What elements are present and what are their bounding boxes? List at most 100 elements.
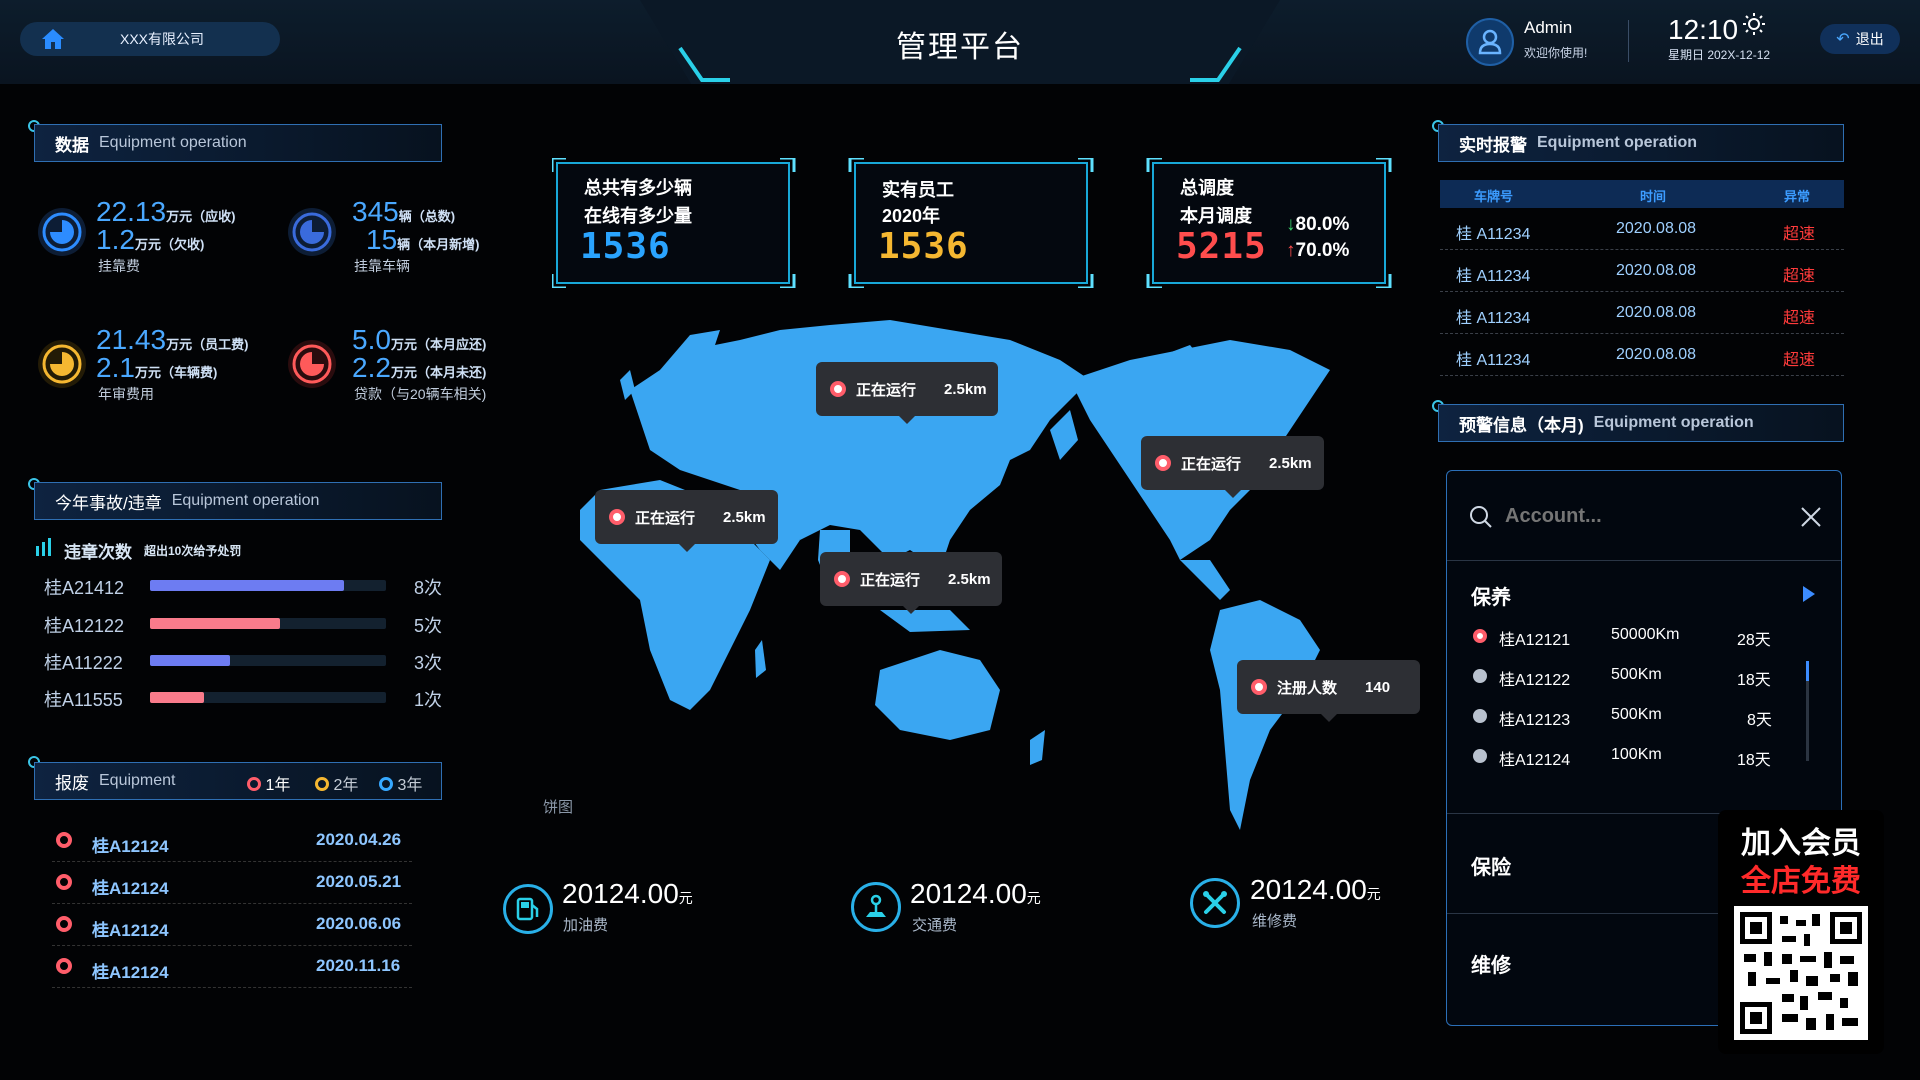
alarm-time: 2020.08.08	[1616, 262, 1697, 279]
violation-bar	[150, 655, 231, 666]
scrollbar-thumb[interactable]	[1806, 661, 1809, 681]
stat-label: 贷款（与20辆车相关)	[354, 386, 487, 402]
violation-legend-title: 违章次数	[64, 543, 132, 562]
list-item[interactable]: 桂A12122 500Km 18天	[1471, 661, 1811, 691]
stat-label: 挂靠车辆	[354, 258, 410, 274]
list-item[interactable]: 桂A12121 50000Km 28天	[1471, 621, 1811, 651]
wrench-icon	[1203, 891, 1227, 914]
group-insurance[interactable]: 保险	[1471, 851, 1511, 880]
stat-value: 345	[352, 196, 399, 227]
alarm-plate: 桂 A11234	[1456, 226, 1531, 243]
scrap-plate: 桂A12124	[92, 879, 169, 898]
map-caption: 饼图	[543, 799, 574, 816]
legend-1year[interactable]: 1年	[247, 771, 290, 795]
map-pin[interactable]: 正在运行 2.5km	[820, 552, 1002, 614]
ring-icon	[247, 777, 261, 791]
item-km: 100Km	[1611, 746, 1662, 763]
play-icon[interactable]	[1801, 585, 1817, 603]
list-item[interactable]: 桂A12124 2020.04.26	[52, 822, 412, 862]
map-pin-icon	[834, 571, 850, 587]
alarm-time: 2020.08.08	[1616, 304, 1697, 321]
legend-2year[interactable]: 2年	[315, 771, 358, 795]
logout-button[interactable]: ↶ 退出	[1820, 24, 1900, 54]
map-pin[interactable]: 正在运行 2.5km	[816, 362, 998, 424]
list-item[interactable]: 桂A12123 500Km 8天	[1471, 701, 1811, 731]
section-title: 今年事故/违章	[55, 493, 162, 513]
search-input[interactable]	[1505, 499, 1765, 533]
fee-fuel: 20124.00元	[562, 878, 693, 910]
stat-value: 22.13	[96, 196, 167, 227]
violation-row: 桂A21412 8次	[44, 574, 444, 598]
alarm-status: 超速	[1783, 268, 1816, 285]
item-days: 18天	[1737, 672, 1771, 689]
stat-vehicles-new: 15辆（本月新增)	[366, 224, 480, 256]
violation-count: 3次	[414, 653, 443, 673]
alarm-plate: 桂 A11234	[1456, 310, 1531, 327]
section-title: 数据	[55, 135, 89, 155]
item-plate: 桂A12121	[1499, 632, 1571, 649]
map-pin[interactable]: 正在运行 2.5km	[595, 490, 778, 552]
status-dot-icon	[1473, 669, 1487, 683]
stat-label: 年审费用	[98, 386, 154, 402]
item-days: 18天	[1737, 752, 1771, 769]
alarm-time: 2020.08.08	[1616, 346, 1697, 363]
list-item[interactable]: 桂A12124 100Km 18天	[1471, 741, 1811, 771]
logout-label: 退出	[1855, 31, 1884, 47]
fee-repair: 20124.00元	[1250, 874, 1381, 906]
table-row[interactable]: 桂 A11234 2020.08.08 超速	[1440, 334, 1844, 376]
stat-loan-unpaid: 2.2万元（本月未还)	[352, 352, 486, 384]
section-title: 预警信息（本月)	[1459, 415, 1584, 435]
scrap-plate: 桂A12124	[92, 963, 169, 982]
section-subtitle: Equipment operation	[1593, 414, 1754, 431]
stat-label: 挂靠费	[98, 258, 140, 274]
violation-bar	[150, 692, 205, 703]
stat-unit: 辆（总数)	[398, 209, 456, 224]
group-repair[interactable]: 维修	[1471, 949, 1511, 978]
column-header: 车牌号	[1474, 189, 1514, 204]
item-days: 28天	[1737, 632, 1771, 649]
status-ring-icon	[56, 958, 72, 974]
pin-label: 正在运行	[635, 509, 696, 527]
alarm-status: 超速	[1783, 310, 1816, 327]
table-row[interactable]: 桂 A11234 2020.08.08 超速	[1440, 208, 1844, 250]
close-icon[interactable]	[1799, 505, 1823, 529]
list-item[interactable]: 桂A12124 2020.05.21	[52, 864, 412, 904]
map-pin-icon	[830, 381, 846, 397]
map-pin[interactable]: 注册人数 140	[1237, 660, 1420, 722]
stat-unit: 辆（本月新增)	[397, 237, 480, 252]
user-icon	[1478, 29, 1502, 55]
promo-card[interactable]: 加入会员 全店免费	[1718, 810, 1884, 1054]
legend-3year[interactable]: 3年	[379, 771, 422, 795]
scrollbar[interactable]	[1806, 661, 1809, 761]
group-maintenance[interactable]: 保养	[1471, 581, 1511, 610]
legend-label: 1年	[265, 777, 291, 794]
map-pin-icon	[1251, 679, 1267, 695]
section-title: 报废	[55, 773, 89, 793]
violation-bar	[150, 618, 280, 629]
ring-icon	[379, 777, 393, 791]
scrap-section-header: 报废 Equipment 1年 2年 3年	[34, 762, 442, 800]
divider	[1628, 20, 1629, 62]
table-row[interactable]: 桂 A11234 2020.08.08 超速	[1440, 250, 1844, 292]
avatar[interactable]	[1466, 18, 1514, 66]
user-welcome: 欢迎你使用!	[1524, 46, 1588, 60]
fee-value: 20124.00	[562, 878, 679, 909]
section-subtitle: Equipment operation	[171, 492, 320, 509]
status-ring-icon	[56, 916, 72, 932]
ring-icon	[315, 777, 329, 791]
list-item[interactable]: 桂A12124 2020.11.16	[52, 948, 412, 988]
status-ring-icon	[56, 832, 72, 848]
stat-unpaid: 1.2万元（欠收)	[96, 224, 204, 256]
company-switcher[interactable]: XXX有限公司	[20, 22, 280, 56]
bar-chart-icon	[36, 538, 51, 556]
section-title: 实时报警	[1459, 135, 1527, 155]
table-row[interactable]: 桂 A11234 2020.08.08 超速	[1440, 292, 1844, 334]
search-icon	[1470, 506, 1492, 528]
status-dot-icon	[1473, 749, 1487, 763]
violation-row: 桂A11222 3次	[44, 649, 444, 673]
map-pin[interactable]: 正在运行 2.5km	[1141, 436, 1324, 498]
list-item[interactable]: 桂A12124 2020.06.06	[52, 906, 412, 946]
home-icon	[42, 29, 64, 49]
stat-unit: 万元（员工费)	[166, 337, 249, 352]
column-header: 时间	[1640, 189, 1667, 204]
